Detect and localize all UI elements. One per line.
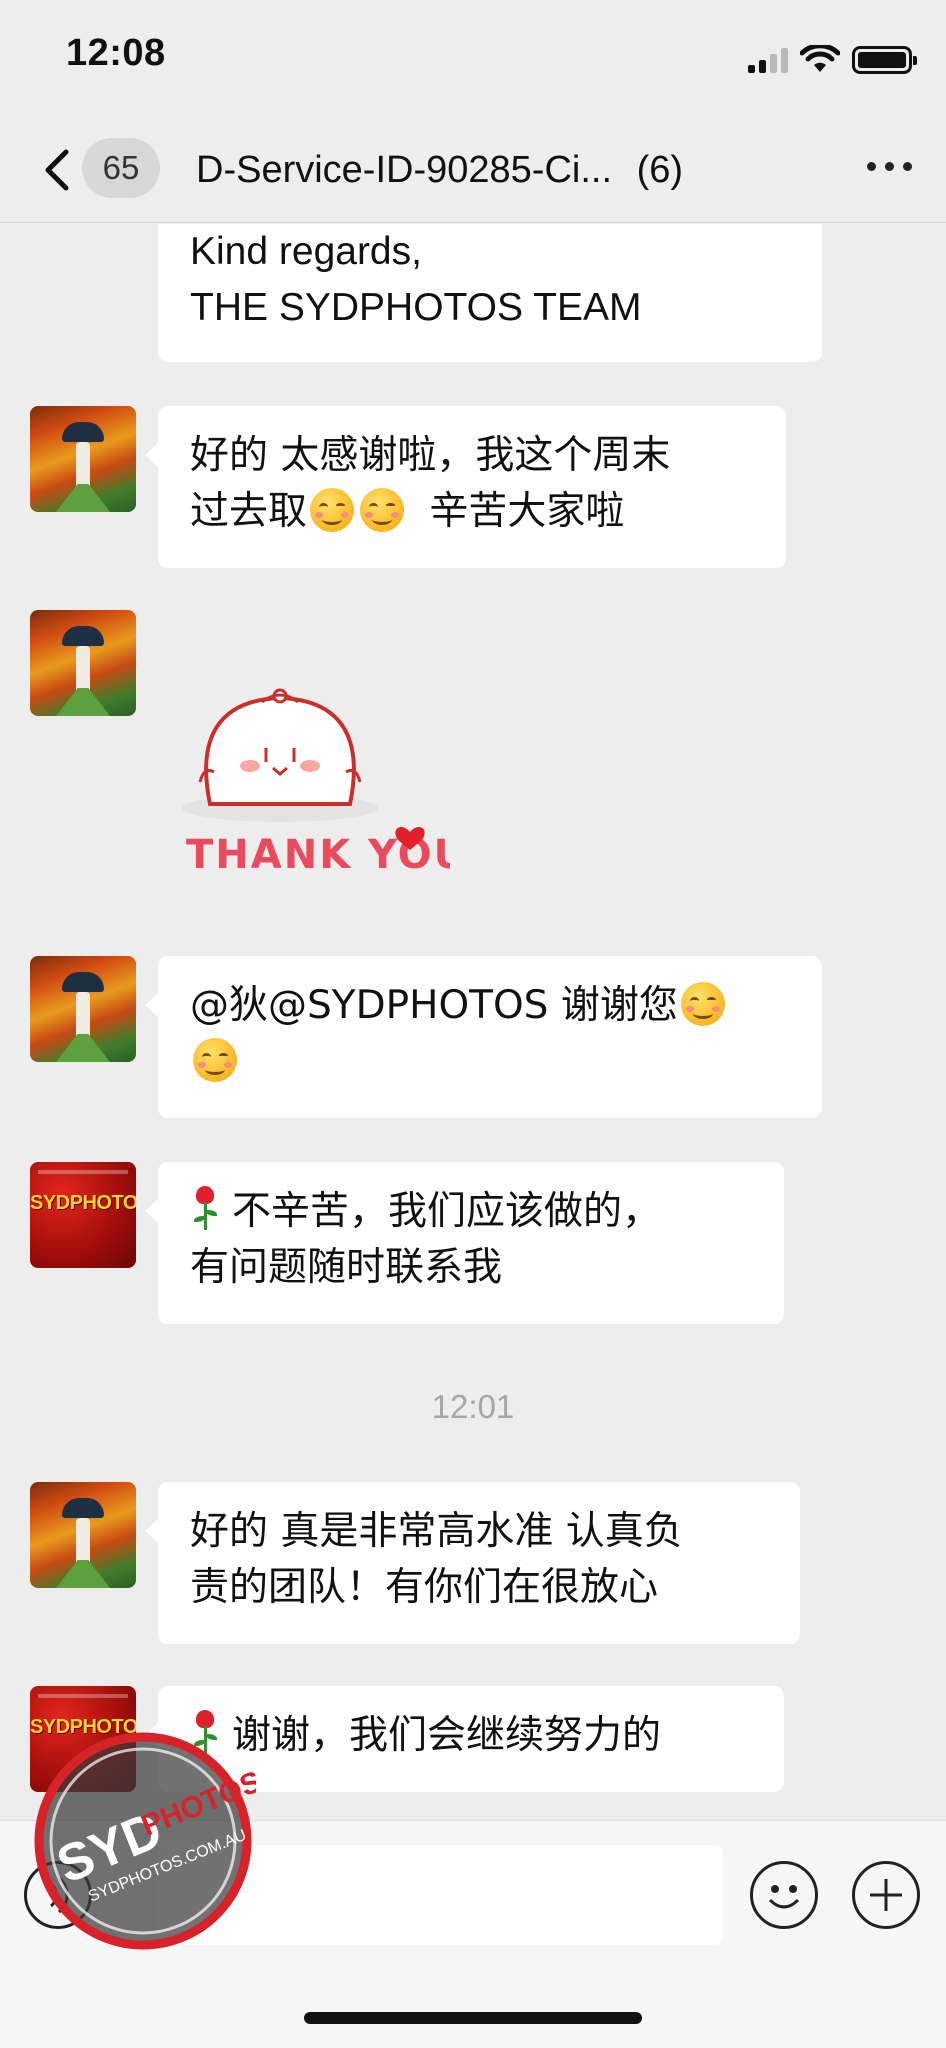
smile-emoji-icon [193, 1038, 237, 1082]
smile-emoji-icon [360, 488, 405, 532]
chat-messages: Kind regards, THE SYDPHOTOS TEAM 好的 太感谢啦… [0, 224, 946, 1820]
home-indicator [304, 2012, 642, 2024]
message-text-line: 过去取 辛苦大家啦 [190, 488, 625, 534]
thank-you-sticker[interactable]: THANK YOU [180, 656, 450, 896]
message-text: 有问题随时联系我 [190, 1245, 503, 1290]
avatar[interactable] [30, 610, 136, 716]
message-text-line: 谢谢，我们会继续努力的 [190, 1708, 752, 1764]
wifi-icon [800, 45, 840, 72]
rose-emoji-icon [190, 1184, 220, 1232]
message-text-line [190, 1034, 790, 1090]
status-bar: 12:08 [0, 0, 946, 120]
status-time: 12:08 [66, 32, 166, 74]
message-text: 责的团队！有你们在很放心 [190, 1565, 659, 1610]
avatar-sydphotos[interactable]: SYDPHOTOS [30, 1162, 136, 1268]
message-text: 好的 太感谢啦，我这个周末 [190, 433, 671, 478]
message-text: 好的 真是非常高水准 认真负 [190, 1509, 683, 1554]
message-bubble[interactable]: 好的 太感谢啦，我这个周末 过去取 辛苦大家啦 [145, 406, 786, 568]
chat-title[interactable]: D-Service-ID-90285-Ci... (6) [196, 142, 796, 198]
unread-count-badge[interactable]: 65 [82, 138, 160, 198]
member-count: (6) [636, 149, 684, 191]
message-text-line: @狄@SYDPHOTOS 谢谢您 [190, 978, 790, 1034]
chat-header: 65 D-Service-ID-90285-Ci... (6) [0, 120, 946, 223]
sydphotos-watermark-logo: SYD PHOTOS SYDPHOTOS.COM.AU [34, 1732, 256, 1950]
plus-icon[interactable] [852, 1861, 920, 1929]
message-bubble[interactable]: @狄@SYDPHOTOS 谢谢您 [145, 956, 822, 1118]
message-text-line: 不辛苦，我们应该做的， [190, 1184, 752, 1240]
status-icons [748, 40, 917, 80]
message-timestamp: 12:01 [431, 1388, 515, 1425]
emoji-icon[interactable] [750, 1861, 818, 1929]
smile-emoji-icon [310, 488, 355, 532]
avatar[interactable] [30, 956, 136, 1062]
more-icon[interactable] [867, 162, 912, 171]
avatar[interactable] [30, 1482, 136, 1588]
cellular-signal-icon [748, 47, 788, 73]
message-bubble[interactable]: 好的 真是非常高水准 认真负 责的团队！有你们在很放心 [145, 1482, 800, 1644]
avatar[interactable] [30, 406, 136, 512]
message-bubble[interactable]: 不辛苦，我们应该做的， 有问题随时联系我 [145, 1162, 784, 1324]
message-text: Kind regards, [190, 230, 422, 273]
smile-emoji-icon [680, 982, 725, 1026]
message-bubble[interactable]: Kind regards, THE SYDPHOTOS TEAM [158, 224, 822, 362]
back-arrow-icon[interactable] [36, 142, 86, 198]
battery-icon [852, 46, 917, 74]
message-text: THE SYDPHOTOS TEAM [190, 286, 642, 329]
chat-title-name: D-Service-ID-90285-Ci... [196, 149, 612, 191]
